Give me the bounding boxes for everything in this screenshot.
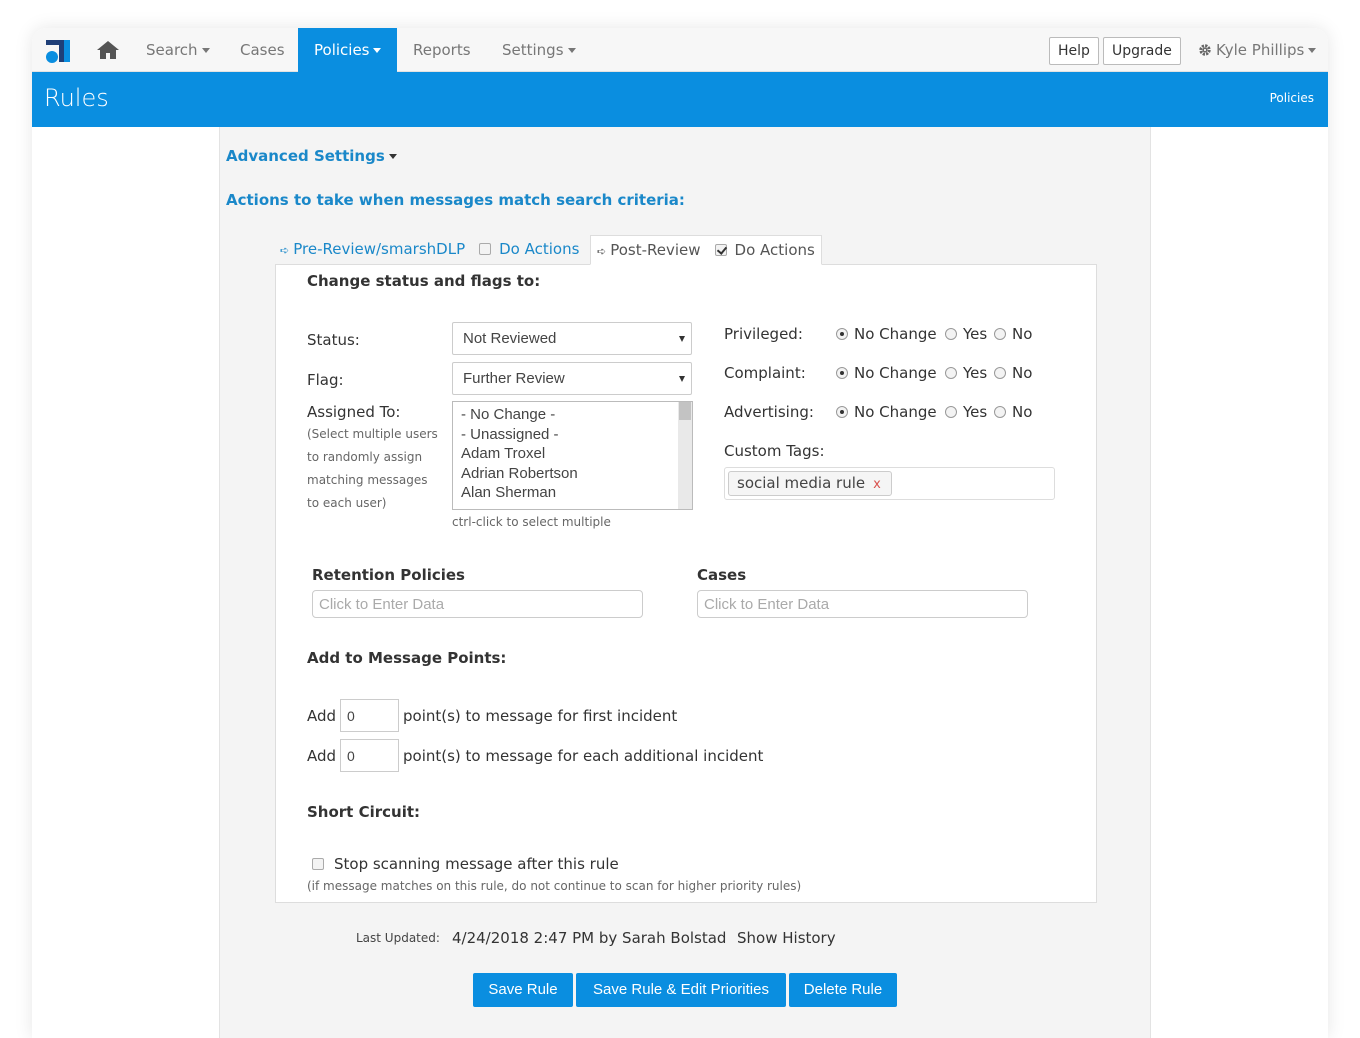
post-review-form: Change status and flags to: Status: Not … <box>275 264 1097 903</box>
flag-select[interactable]: Further Review <box>452 362 692 395</box>
tab-pre-review[interactable]: ➪ Pre-Review/smarshDLP Do Actions <box>280 235 579 265</box>
last-updated-value: 4/24/2018 2:47 PM by Sarah Bolstad <box>452 929 727 947</box>
privileged-label: Privileged: <box>724 325 803 343</box>
stop-scanning-option[interactable]: Stop scanning message after this rule <box>312 855 619 873</box>
pre-review-do-actions-checkbox[interactable] <box>479 243 492 255</box>
listbox-scrollbar[interactable] <box>678 402 692 509</box>
top-navbar: Search Cases Policies Reports Settings H… <box>32 28 1328 72</box>
flag-label: Flag: <box>307 371 344 389</box>
nav-settings[interactable]: Settings <box>486 28 592 72</box>
complaint-label: Complaint: <box>724 364 806 382</box>
advertising-label: Advertising: <box>724 403 814 421</box>
status-select[interactable]: Not Reviewed <box>452 322 692 355</box>
short-circuit-heading: Short Circuit: <box>307 803 421 821</box>
chevron-down-icon <box>567 48 576 53</box>
custom-tags-label: Custom Tags: <box>724 442 825 460</box>
save-rule-button[interactable]: Save Rule <box>473 973 573 1007</box>
privileged-no-change-radio[interactable]: No Change <box>836 325 937 343</box>
delete-rule-button[interactable]: Delete Rule <box>789 973 897 1007</box>
message-points-heading: Add to Message Points: <box>307 649 507 667</box>
caret-down-icon <box>679 336 685 342</box>
caret-down-icon <box>679 376 685 382</box>
complaint-no-change-radio[interactable]: No Change <box>836 364 937 382</box>
nav-search[interactable]: Search <box>130 28 226 72</box>
list-item[interactable]: Adam Troxel <box>453 444 692 464</box>
chevron-down-icon <box>201 48 210 53</box>
upgrade-button[interactable]: Upgrade <box>1103 37 1181 65</box>
privileged-no-radio[interactable]: No <box>994 325 1032 343</box>
show-history-link[interactable]: Show History <box>737 929 836 947</box>
status-label: Status: <box>307 331 360 349</box>
post-review-do-actions-checkbox[interactable] <box>714 244 727 256</box>
custom-tags-input[interactable]: social media rule x <box>724 467 1055 500</box>
assigned-to-listbox[interactable]: - No Change - - Unassigned - Adam Troxel… <box>452 401 693 510</box>
privileged-yes-radio[interactable]: Yes <box>945 325 987 343</box>
additional-incident-text: point(s) to message for each additional … <box>403 747 764 765</box>
retention-policies-label: Retention Policies <box>312 566 465 584</box>
home-icon[interactable] <box>96 39 120 61</box>
complaint-no-radio[interactable]: No <box>994 364 1032 382</box>
actions-heading: Actions to take when messages match sear… <box>226 191 685 209</box>
first-incident-text: point(s) to message for first incident <box>403 707 678 725</box>
advertising-yes-radio[interactable]: Yes <box>945 403 987 421</box>
arrow-right-icon: ➪ <box>597 245 607 258</box>
list-item[interactable]: Alan Sherman <box>453 483 692 503</box>
complaint-yes-radio[interactable]: Yes <box>945 364 987 382</box>
advertising-no-radio[interactable]: No <box>994 403 1032 421</box>
scrollbar-thumb[interactable] <box>679 402 691 420</box>
arrow-right-icon: ➪ <box>280 244 290 257</box>
add-label: Add <box>307 747 337 765</box>
rule-panel: Advanced Settings Actions to take when m… <box>219 127 1151 1038</box>
remove-tag-icon[interactable]: x <box>873 477 881 492</box>
change-status-heading: Change status and flags to: <box>307 272 541 290</box>
app-window: Search Cases Policies Reports Settings H… <box>32 28 1328 1038</box>
last-updated-label: Last Updated: <box>356 931 440 945</box>
assigned-to-label: Assigned To: <box>307 403 401 421</box>
assigned-to-hint: (Select multiple users to randomly assig… <box>307 427 438 510</box>
advertising-no-change-radio[interactable]: No Change <box>836 403 937 421</box>
list-item[interactable]: - No Change - <box>453 405 692 425</box>
nav-cases[interactable]: Cases <box>224 28 301 72</box>
stop-scanning-checkbox[interactable] <box>312 858 324 870</box>
tag-chip: social media rule x <box>728 471 892 496</box>
gear-icon <box>1199 44 1211 56</box>
advanced-settings-toggle[interactable]: Advanced Settings <box>226 147 397 165</box>
chevron-down-icon <box>1308 48 1317 53</box>
nav-reports[interactable]: Reports <box>397 28 487 72</box>
breadcrumb[interactable]: Policies <box>1270 91 1314 105</box>
user-menu[interactable]: Kyle Phillips <box>1198 28 1317 72</box>
retention-policies-input[interactable]: Click to Enter Data <box>312 590 643 618</box>
save-edit-priorities-button[interactable]: Save Rule & Edit Priorities <box>576 973 786 1007</box>
first-incident-points-input[interactable]: 0 <box>340 699 399 732</box>
stop-scanning-hint: (if message matches on this rule, do not… <box>307 879 802 893</box>
multi-select-hint: ctrl-click to select multiple <box>452 515 611 529</box>
tab-post-review[interactable]: ➪ Post-Review Do Actions <box>590 235 822 265</box>
title-bar: Rules Policies <box>32 72 1328 127</box>
chevron-down-icon <box>373 48 382 53</box>
page-title: Rules <box>44 84 109 112</box>
cases-input[interactable]: Click to Enter Data <box>697 590 1028 618</box>
nav-policies[interactable]: Policies <box>298 28 397 72</box>
chevron-down-icon <box>388 154 397 159</box>
additional-incident-points-input[interactable]: 0 <box>340 739 399 772</box>
list-item[interactable]: - Unassigned - <box>453 425 692 445</box>
app-logo[interactable] <box>44 36 72 64</box>
add-label: Add <box>307 707 337 725</box>
help-button[interactable]: Help <box>1049 37 1099 65</box>
cases-label: Cases <box>697 566 747 584</box>
list-item[interactable]: Adrian Robertson <box>453 464 692 484</box>
